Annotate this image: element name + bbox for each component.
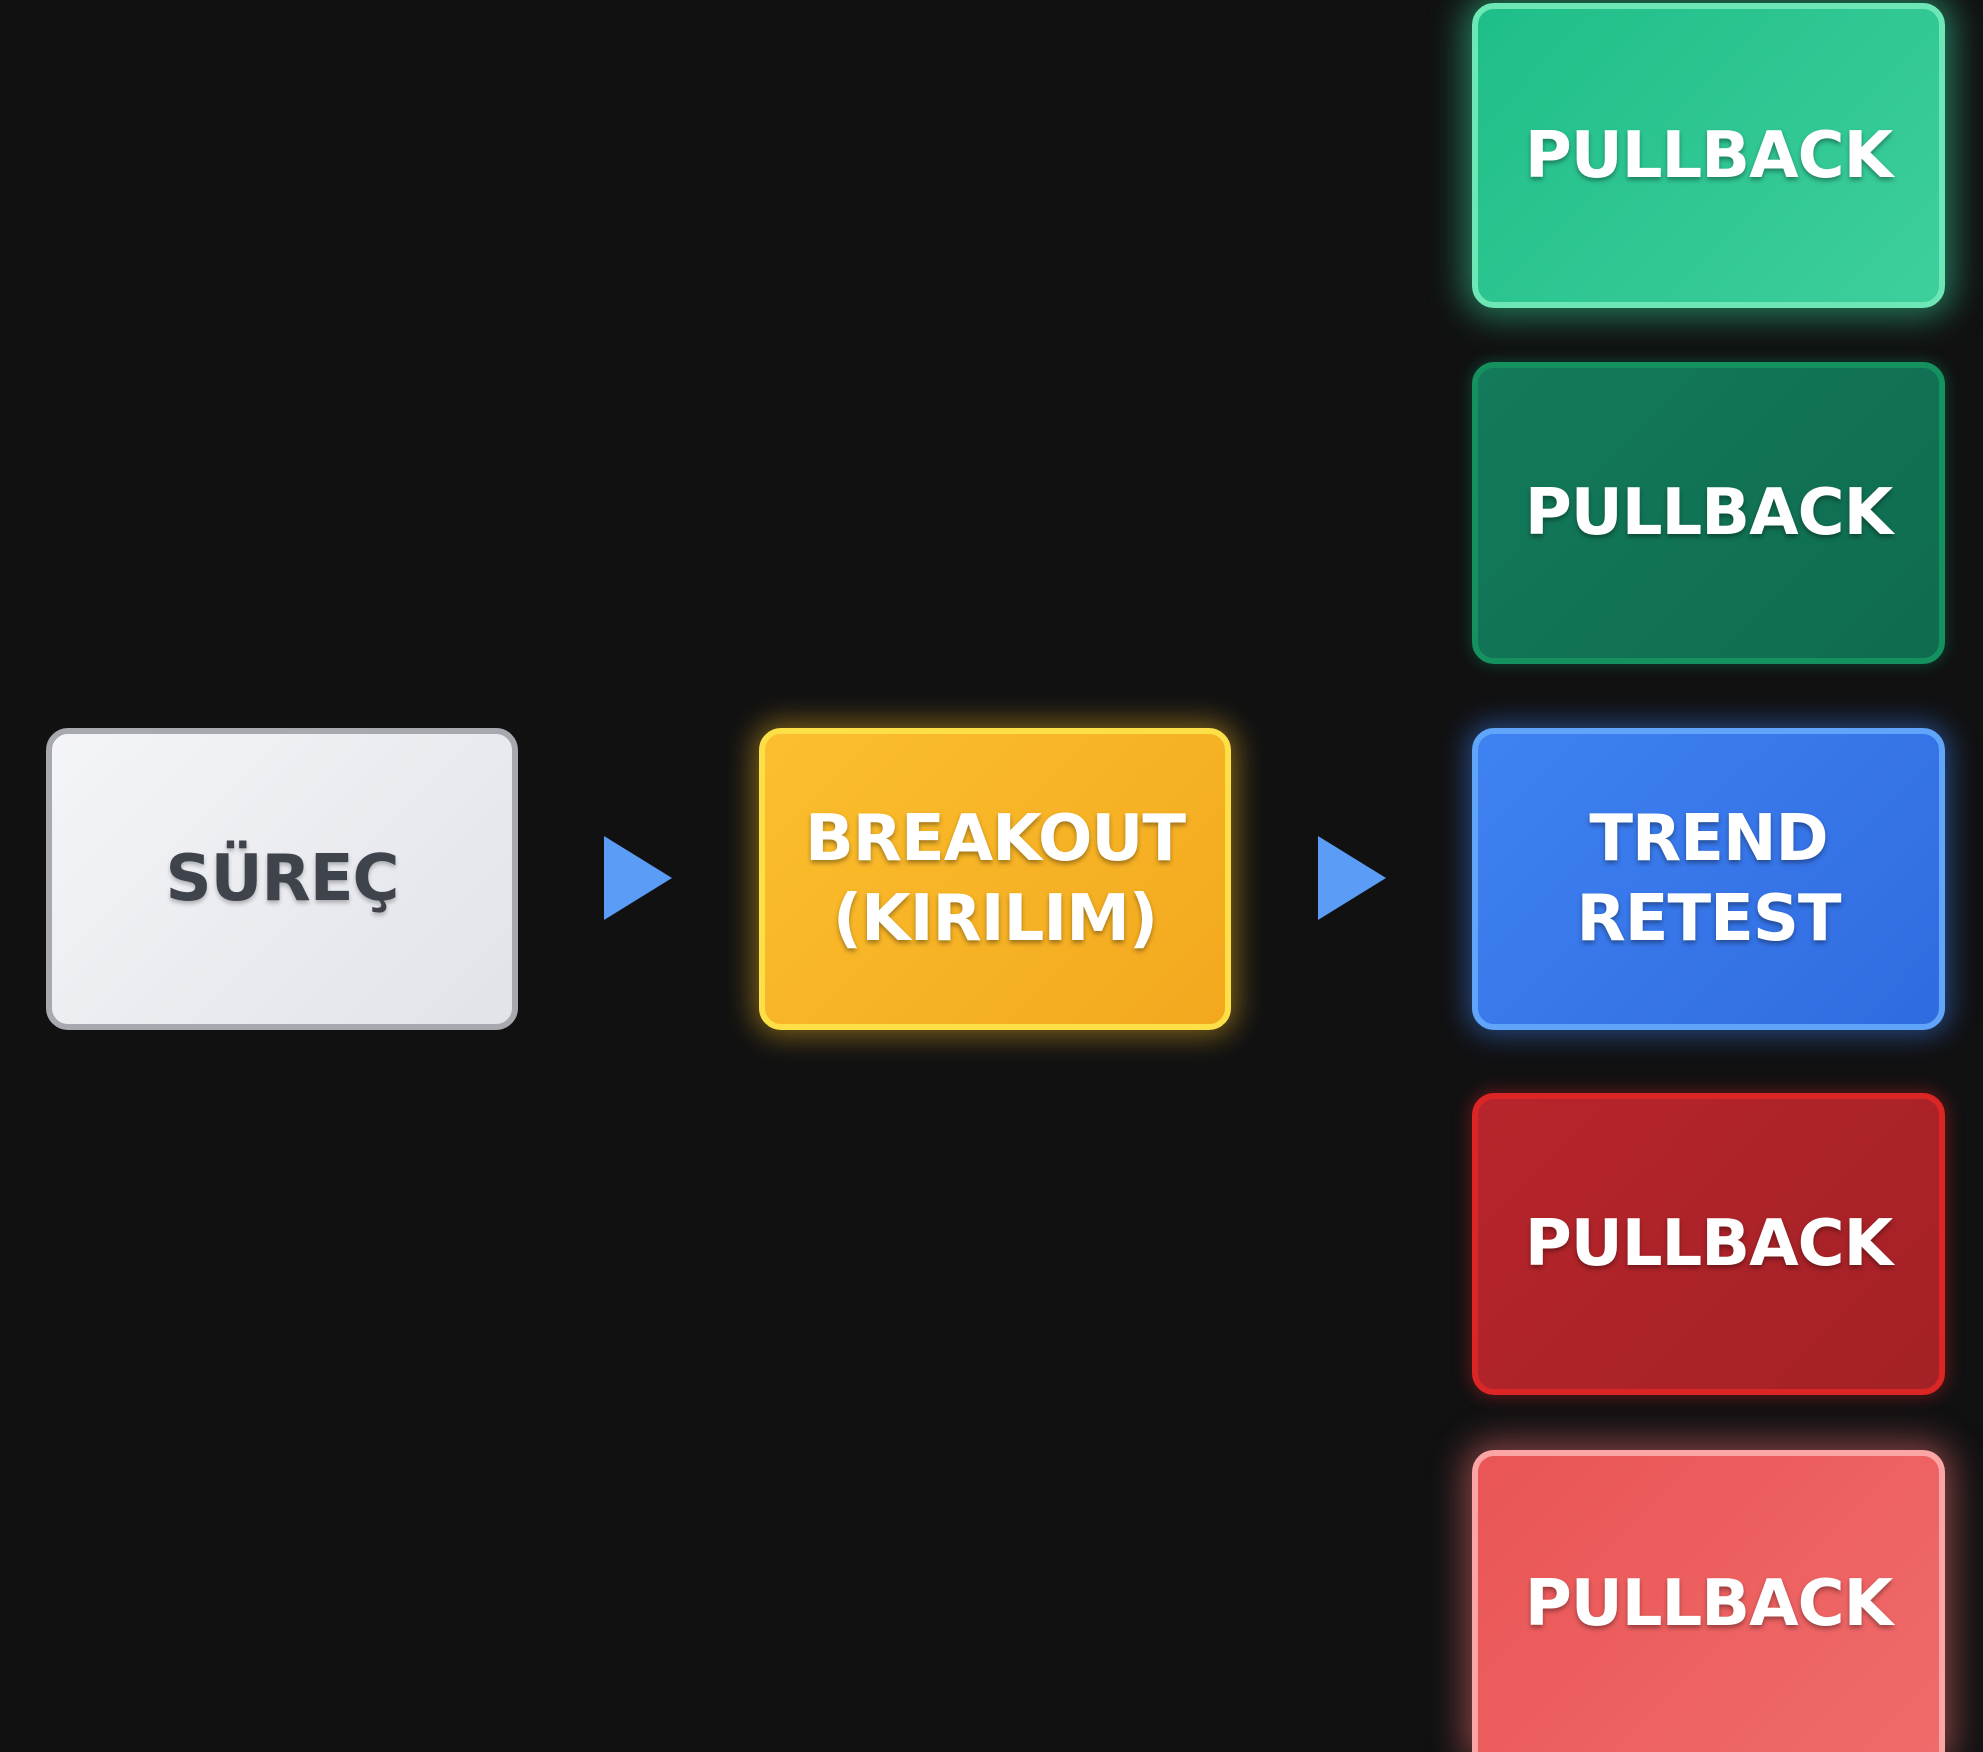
triangle-right-icon — [1318, 836, 1386, 920]
trend-retest-node-label-line1: TREND — [1589, 802, 1828, 876]
pullback-node-label: PULLBACK — [1524, 1207, 1893, 1281]
pullback-node-dark-red: PULLBACK — [1472, 1093, 1945, 1395]
triangle-right-icon — [604, 836, 672, 920]
pullback-node-label: PULLBACK — [1524, 476, 1893, 550]
breakout-node-label-line1: BREAKOUT — [804, 802, 1186, 876]
pullback-node-light-green: PULLBACK — [1472, 3, 1945, 308]
breakout-node-label-line2: (KIRILIM) — [832, 882, 1158, 956]
breakout-node: BREAKOUT (KIRILIM) — [759, 728, 1231, 1030]
process-node: SÜREÇ — [46, 728, 518, 1030]
trend-retest-node-label-line2: RETEST — [1576, 882, 1841, 956]
pullback-node-label: PULLBACK — [1524, 1567, 1893, 1641]
pullback-node-light-red: PULLBACK — [1472, 1450, 1945, 1752]
trend-retest-node: TREND RETEST — [1472, 728, 1945, 1030]
pullback-node-dark-green: PULLBACK — [1472, 362, 1945, 664]
process-node-label: SÜREÇ — [165, 842, 399, 916]
pullback-node-label: PULLBACK — [1524, 118, 1893, 193]
